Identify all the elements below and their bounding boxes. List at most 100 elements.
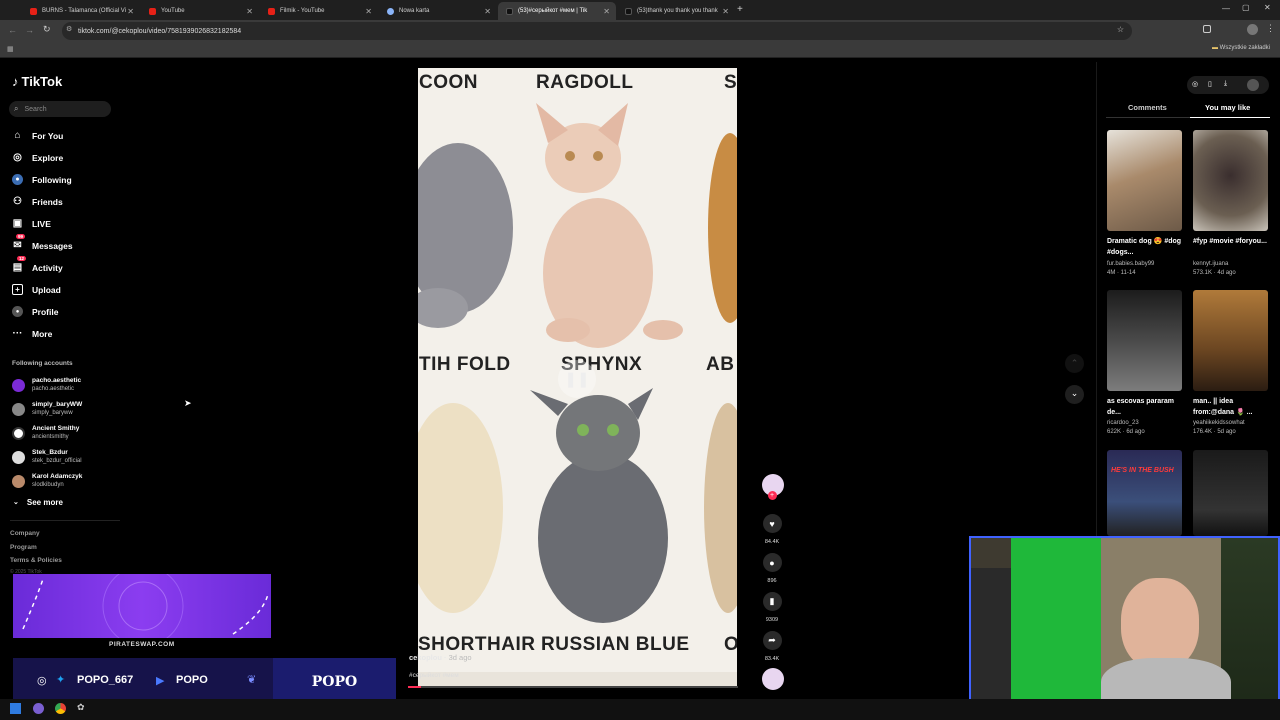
recommended-thumbnail[interactable] bbox=[1107, 130, 1182, 231]
nav-more[interactable]: ··· More bbox=[12, 328, 53, 339]
browser-tab[interactable]: (53)thank you thank you thank ✕ bbox=[617, 2, 735, 20]
account-item[interactable]: simply_baryWW simply_baryww bbox=[12, 401, 82, 417]
phone-icon[interactable]: ▯ bbox=[1208, 80, 1212, 88]
recommended-author[interactable]: yeahiikekidssowhat bbox=[1193, 419, 1273, 428]
minimize-button[interactable]: — bbox=[1222, 4, 1230, 13]
nav-friends[interactable]: ⚇ Friends bbox=[12, 196, 63, 207]
recommended-author[interactable]: kennyt.ijuana bbox=[1193, 260, 1273, 269]
search-input[interactable]: ⌕ Search bbox=[9, 101, 111, 117]
next-video-button[interactable]: ⌄ bbox=[1065, 385, 1084, 404]
download-icon[interactable]: ⤓ bbox=[1224, 80, 1227, 88]
avatar[interactable] bbox=[1247, 79, 1259, 91]
comment-button[interactable]: ● 896 bbox=[762, 553, 782, 584]
start-menu-icon[interactable] bbox=[10, 703, 21, 714]
youtube-icon bbox=[149, 7, 156, 15]
maximize-button[interactable]: ▢ bbox=[1242, 3, 1250, 12]
heart-icon: ♥ bbox=[762, 514, 782, 533]
tab-you-may-like[interactable]: You may like bbox=[1205, 103, 1250, 112]
browser-tab[interactable]: Nowa karta ✕ bbox=[379, 2, 497, 20]
footer-link[interactable]: Company bbox=[10, 530, 40, 537]
upload-icon: + bbox=[12, 284, 23, 295]
recommended-caption[interactable]: man.. || idea from:@dana 🌷 ... bbox=[1193, 396, 1271, 418]
account-item[interactable]: Stek_Bzdur stek_bzdur_official bbox=[12, 449, 82, 465]
close-icon[interactable]: ✕ bbox=[127, 7, 134, 16]
tiktok-logo[interactable]: ♪ TikTok bbox=[12, 74, 62, 89]
following-icon: ● bbox=[12, 174, 23, 185]
all-bookmarks-button[interactable]: ▬ Wszystkie zakładki bbox=[1212, 45, 1270, 51]
footer-link[interactable]: Terms & Policies bbox=[10, 557, 62, 564]
youtube-icon bbox=[268, 7, 275, 15]
footer-link[interactable]: Program bbox=[10, 544, 37, 551]
tab-underline-track bbox=[1106, 117, 1270, 118]
recommended-thumbnail[interactable] bbox=[1193, 130, 1268, 231]
nav-profile[interactable]: ● Profile bbox=[12, 306, 58, 317]
browser-tab-active[interactable]: (53)#серыйкот #мем | Tik ✕ bbox=[498, 2, 616, 20]
browser-tab[interactable]: Filmik - YouTube ✕ bbox=[260, 2, 378, 20]
apps-grid-icon[interactable]: ▦ bbox=[7, 45, 14, 53]
video-author[interactable]: cekoplou · 3d ago bbox=[409, 653, 472, 662]
recommended-thumbnail[interactable] bbox=[1107, 290, 1182, 391]
creator-avatar[interactable]: + bbox=[762, 474, 784, 500]
feather-icon: ❦ bbox=[247, 674, 257, 686]
bookmark-star-icon[interactable]: ☆ bbox=[1117, 25, 1124, 34]
close-icon[interactable]: ✕ bbox=[603, 7, 610, 16]
app-icon[interactable] bbox=[33, 703, 44, 714]
video-hashtags[interactable]: #серыйкот #мем bbox=[409, 672, 459, 679]
follow-plus-icon[interactable]: + bbox=[767, 491, 777, 500]
save-button[interactable]: ▮ 9309 bbox=[762, 592, 782, 623]
social-handle: POPO bbox=[176, 674, 208, 686]
tab-comments[interactable]: Comments bbox=[1128, 103, 1167, 112]
nav-upload[interactable]: + Upload bbox=[12, 284, 61, 295]
address-bar[interactable]: ⚙ tiktok.com/@cekoplou/video/75819390268… bbox=[62, 22, 1132, 40]
site-info-icon[interactable]: ⚙ bbox=[66, 25, 72, 33]
recommended-author[interactable]: ricardoo_23 bbox=[1107, 419, 1187, 428]
pause-icon[interactable]: ❚❚ bbox=[558, 360, 596, 398]
bookmarks-bar: ▦ ▬ Wszystkie zakładki bbox=[0, 42, 1280, 58]
account-item[interactable]: Ancient Smithy ancientsmithy bbox=[12, 425, 79, 441]
profile-icon: ● bbox=[12, 306, 23, 317]
video-player[interactable]: COON RAGDOLL S TIH FOLD SPHYNX AB SHORTH… bbox=[418, 68, 737, 688]
recommended-caption[interactable]: #fyp #movie #foryou... bbox=[1193, 236, 1271, 247]
nav-for-you[interactable]: ⌂ For You bbox=[12, 130, 63, 141]
browser-tab[interactable]: BURNS - Talamanca (Official Vi ✕ bbox=[22, 2, 140, 20]
recommended-thumbnail[interactable] bbox=[1193, 450, 1268, 536]
like-button[interactable]: ♥ 84.4K bbox=[762, 514, 782, 545]
close-icon[interactable]: ✕ bbox=[722, 7, 729, 16]
see-more-button[interactable]: ⌄ See more bbox=[13, 498, 63, 507]
extensions-icon[interactable] bbox=[1203, 25, 1211, 33]
browser-tab[interactable]: YouTube ✕ bbox=[141, 2, 259, 20]
account-item[interactable]: Karol Adamczyk slodkibudyn bbox=[12, 473, 82, 489]
compass-icon[interactable]: ◎ bbox=[1192, 80, 1198, 88]
chrome-icon[interactable] bbox=[55, 703, 66, 714]
recommended-caption[interactable]: Dramatic dog 😍 #dog #dogs... bbox=[1107, 236, 1185, 258]
nav-activity[interactable]: ▤ 12 Activity bbox=[12, 256, 63, 273]
green-screen bbox=[1011, 538, 1101, 710]
close-icon[interactable]: ✕ bbox=[365, 7, 372, 16]
account-item[interactable]: pacho.aesthetic pacho.aesthetic bbox=[12, 377, 81, 393]
video-progress-bar[interactable] bbox=[408, 686, 738, 688]
close-icon[interactable]: ✕ bbox=[246, 7, 253, 16]
forward-button[interactable]: → bbox=[25, 25, 34, 35]
back-button[interactable]: ← bbox=[8, 25, 17, 35]
recommended-caption[interactable]: as escovas pararam de... bbox=[1107, 396, 1185, 418]
nav-live[interactable]: ▣ LIVE bbox=[12, 218, 51, 229]
live-icon: ▣ bbox=[12, 218, 23, 229]
app-icon[interactable]: ✿ bbox=[77, 702, 85, 713]
recommended-thumbnail[interactable]: HE'S IN THE BUSH bbox=[1107, 450, 1182, 536]
profile-avatar[interactable] bbox=[1247, 24, 1258, 35]
close-icon[interactable]: ✕ bbox=[484, 7, 491, 16]
nav-messages[interactable]: ✉ 99 Messages bbox=[12, 234, 73, 251]
browser-menu-icon[interactable]: ⋮ bbox=[1266, 23, 1275, 34]
video-progress-fill bbox=[408, 686, 422, 688]
close-window-button[interactable]: ✕ bbox=[1264, 3, 1271, 12]
panel-toolbar: ◎ ▯ ⤓ bbox=[1187, 76, 1269, 94]
new-tab-button[interactable]: + bbox=[737, 4, 743, 15]
share-button[interactable]: ➦ 83.4K bbox=[762, 631, 782, 662]
recommended-author[interactable]: fur.babies.baby99 bbox=[1107, 260, 1187, 269]
nav-following[interactable]: ● Following bbox=[12, 174, 72, 185]
recommended-thumbnail[interactable] bbox=[1193, 290, 1268, 391]
reload-button[interactable]: ↻ bbox=[43, 24, 51, 35]
nav-explore[interactable]: ◎ Explore bbox=[12, 152, 63, 163]
sound-disc[interactable] bbox=[762, 668, 784, 690]
previous-video-button[interactable]: ⌃ bbox=[1065, 354, 1084, 373]
